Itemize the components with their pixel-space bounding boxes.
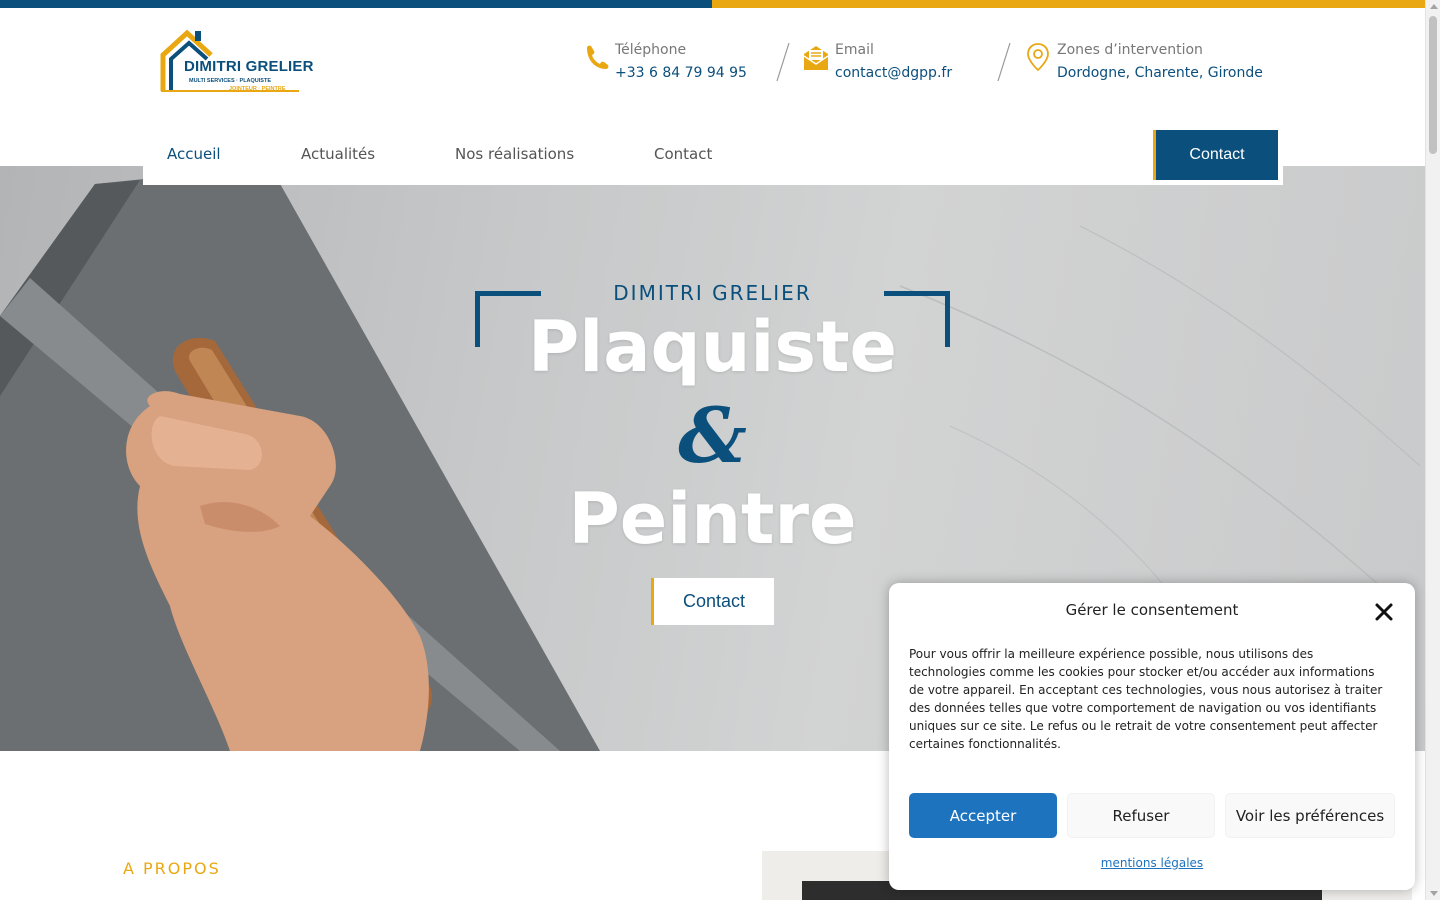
header-divider [997, 43, 1011, 81]
nav-item-contact[interactable]: Contact [654, 145, 712, 163]
logo-subtitle: MULTI SERVICES · PLAQUISTE [189, 78, 271, 84]
header-zones: Zones d’intervention Dordogne, Charente,… [1025, 40, 1263, 86]
close-icon[interactable] [1373, 601, 1395, 623]
consent-text: Pour vous offrir la meilleure expérience… [909, 647, 1383, 751]
logo-name: DIMITRI GRELIER [184, 58, 314, 75]
top-bar-blue [0, 0, 712, 8]
refuse-button[interactable]: Refuser [1067, 793, 1215, 838]
header-email: Email contact@dgpp.fr [803, 40, 952, 86]
hero-ampersand: & [678, 391, 747, 480]
phone-label: Téléphone [615, 42, 687, 58]
nav-contact-button[interactable]: Contact [1153, 130, 1278, 180]
hero-contact-button[interactable]: Contact [651, 578, 774, 625]
cookie-consent-dialog: Gérer le consentement Pour vous offrir l… [889, 583, 1415, 890]
email-link[interactable]: contact@dgpp.fr [835, 60, 952, 86]
hero-title-line2: Peintre [568, 478, 857, 560]
nav-item-accueil[interactable]: Accueil [167, 145, 221, 163]
scroll-up-arrow-icon[interactable] [1430, 4, 1438, 9]
email-label: Email [835, 42, 874, 58]
legal-notice-link[interactable]: mentions légales [889, 856, 1415, 870]
map-pin-icon [1027, 43, 1049, 72]
accept-button[interactable]: Accepter [909, 793, 1057, 838]
top-color-bar [0, 0, 1425, 8]
nav-item-realisations[interactable]: Nos réalisations [455, 145, 574, 163]
preferences-button[interactable]: Voir les préférences [1225, 793, 1395, 838]
scrollbar-thumb[interactable] [1429, 16, 1437, 154]
page-scrollbar[interactable] [1425, 0, 1440, 900]
hero-title-line1: Plaquiste [527, 306, 898, 388]
logo-subtitle-2: JOINTEUR · PEINTRE [229, 86, 286, 92]
about-kicker: A PROPOS [123, 859, 221, 878]
scroll-down-arrow-icon[interactable] [1430, 891, 1438, 896]
main-nav: Accueil Actualités Nos réalisations Cont… [143, 125, 1283, 185]
header-phone: Téléphone +33 6 84 79 94 95 [583, 40, 747, 86]
envelope-icon [803, 46, 829, 70]
top-bar-gold [712, 0, 1425, 8]
hero-kicker: DIMITRI GRELIER [613, 281, 812, 305]
site-logo[interactable]: DIMITRI GRELIER MULTI SERVICES · PLAQUIS… [159, 29, 313, 95]
zones-value: Dordogne, Charente, Gironde [1057, 65, 1263, 81]
phone-icon [587, 45, 609, 69]
header-divider [776, 43, 790, 81]
nav-item-actualites[interactable]: Actualités [301, 145, 375, 163]
zones-label: Zones d’intervention [1057, 42, 1203, 58]
consent-title: Gérer le consentement [1065, 601, 1239, 619]
phone-number-link[interactable]: +33 6 84 79 94 95 [615, 60, 747, 86]
